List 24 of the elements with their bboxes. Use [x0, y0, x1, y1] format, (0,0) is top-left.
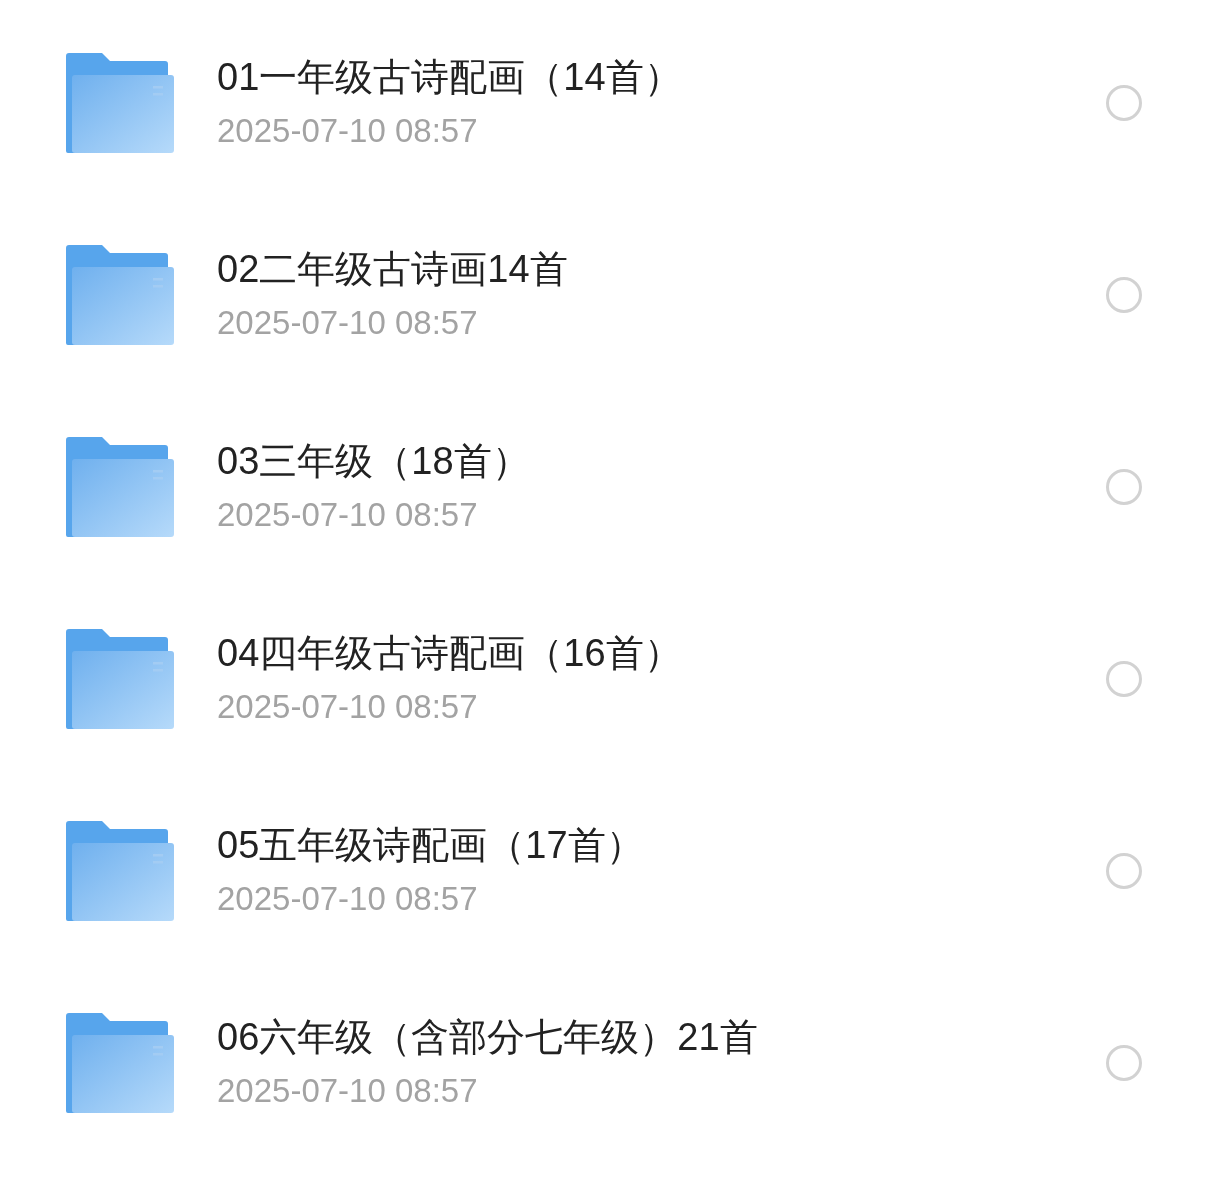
- modified-date: 2025-07-10 08:57: [217, 879, 479, 919]
- folder-name: 01一年级古诗配画（14首）: [217, 55, 683, 100]
- select-radio[interactable]: [1106, 277, 1142, 313]
- select-radio[interactable]: [1106, 469, 1142, 505]
- folder-icon: [66, 821, 174, 921]
- folder-icon: [66, 437, 174, 537]
- folder-name: 04四年级古诗配画（16首）: [217, 631, 683, 676]
- modified-date: 2025-07-10 08:57: [217, 495, 479, 535]
- folder-name: 03三年级（18首）: [217, 439, 531, 484]
- modified-date: 2025-07-10 08:57: [217, 1071, 479, 1111]
- folder-name: 02二年级古诗画14首: [217, 247, 569, 292]
- select-radio[interactable]: [1106, 85, 1142, 121]
- folder-icon: [66, 1013, 174, 1113]
- folder-name: 06六年级（含部分七年级）21首: [217, 1015, 759, 1060]
- modified-date: 2025-07-10 08:57: [217, 111, 479, 151]
- folder-icon: [66, 629, 174, 729]
- modified-date: 2025-07-10 08:57: [217, 303, 479, 343]
- folder-icon: [66, 245, 174, 345]
- modified-date: 2025-07-10 08:57: [217, 687, 479, 727]
- select-radio[interactable]: [1106, 1045, 1142, 1081]
- select-radio[interactable]: [1106, 853, 1142, 889]
- folder-name: 05五年级诗配画（17首）: [217, 823, 645, 868]
- select-radio[interactable]: [1106, 661, 1142, 697]
- folder-icon: [66, 53, 174, 153]
